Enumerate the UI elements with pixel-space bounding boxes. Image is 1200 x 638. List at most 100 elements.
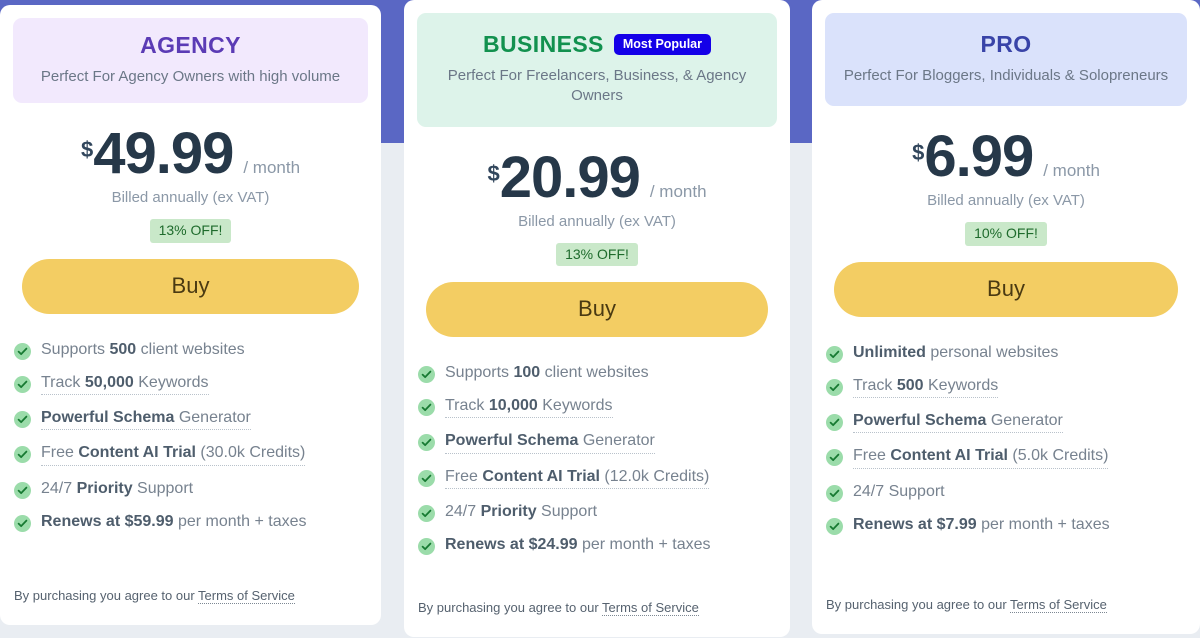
plan-subtitle: Perfect For Agency Owners with high volu… bbox=[40, 68, 341, 85]
discount-badge: 13% OFF! bbox=[149, 219, 232, 244]
pricing-card-pro[interactable]: PRO Perfect For Bloggers, Individuals & … bbox=[812, 0, 1200, 634]
feature-item: 24/7 Priority Support bbox=[418, 502, 774, 522]
plan-title-row: BUSINESS Most Popular bbox=[433, 31, 761, 58]
pricing-card-business[interactable]: BUSINESS Most Popular Perfect For Freela… bbox=[404, 0, 790, 637]
plan-title: BUSINESS bbox=[483, 31, 604, 57]
feature-label: Free Content AI Trial (12.0k Credits) bbox=[445, 467, 710, 489]
plan-title: AGENCY bbox=[140, 32, 241, 58]
feature-label: Free Content AI Trial (5.0k Credits) bbox=[853, 446, 1109, 469]
currency-symbol: $ bbox=[80, 137, 94, 163]
plan-header-pro: PRO Perfect For Bloggers, Individuals & … bbox=[825, 13, 1187, 107]
feature-item: Free Content AI Trial (5.0k Credits) bbox=[826, 446, 1184, 469]
check-circle-icon bbox=[826, 484, 843, 502]
feature-list: Unlimited personal websites Track 500 Key… bbox=[812, 343, 1200, 548]
check-circle-icon bbox=[826, 414, 843, 432]
terms-prefix: By purchasing you agree to our bbox=[418, 600, 603, 615]
buy-button[interactable]: Buy bbox=[22, 259, 359, 315]
feature-label: Track 500 Keywords bbox=[853, 376, 999, 399]
terms-note: By purchasing you agree to our Terms of … bbox=[404, 594, 790, 627]
check-circle-icon bbox=[418, 537, 435, 555]
feature-item: Renews at $59.99 per month + taxes bbox=[14, 512, 365, 532]
price-block: $ 6.99 / month Billed annually (ex VAT) bbox=[812, 124, 1200, 210]
feature-label: Supports 500 client websites bbox=[41, 341, 245, 359]
feature-list: Supports 500 client websites Track 50,000… bbox=[0, 340, 381, 545]
feature-item: Powerful Schema Generator bbox=[826, 411, 1184, 434]
pricing-card-agency[interactable]: AGENCY Perfect For Agency Owners with hi… bbox=[0, 5, 381, 625]
price-period: / month bbox=[649, 181, 707, 201]
price-line: $ 20.99 / month bbox=[404, 148, 790, 207]
feature-list: Supports 100 client websites Track 10,000… bbox=[404, 363, 790, 568]
check-circle-icon bbox=[14, 376, 31, 394]
feature-item: Renews at $24.99 per month + taxes bbox=[418, 535, 774, 555]
buy-button[interactable]: Buy bbox=[834, 262, 1178, 318]
price-amount: 49.99 bbox=[93, 121, 234, 187]
discount-badge-wrap: 13% OFF! bbox=[0, 219, 381, 244]
feature-label: 24/7 Priority Support bbox=[41, 479, 194, 497]
pricing-cards-container: AGENCY Perfect For Agency Owners with hi… bbox=[0, 0, 1200, 638]
check-circle-icon bbox=[418, 366, 435, 384]
feature-item: Powerful Schema Generator bbox=[14, 408, 365, 431]
check-circle-icon bbox=[14, 481, 31, 499]
check-circle-icon bbox=[418, 469, 435, 487]
check-circle-icon bbox=[418, 504, 435, 522]
plan-header-agency: AGENCY Perfect For Agency Owners with hi… bbox=[13, 18, 368, 104]
feature-label: Renews at $7.99 per month + taxes bbox=[853, 515, 1110, 533]
feature-item: Unlimited personal websites bbox=[826, 343, 1184, 364]
price-block: $ 20.99 / month Billed annually (ex VAT) bbox=[404, 148, 790, 230]
plan-subtitle: Perfect For Freelancers, Business, & Age… bbox=[447, 67, 747, 105]
check-circle-icon bbox=[826, 379, 843, 397]
plan-header-business: BUSINESS Most Popular Perfect For Freela… bbox=[417, 13, 777, 127]
feature-item: Track 500 Keywords bbox=[826, 376, 1184, 399]
price-block: $ 49.99 / month Billed annually (ex VAT) bbox=[0, 125, 381, 207]
terms-prefix: By purchasing you agree to our bbox=[826, 597, 1011, 612]
buy-button-wrap: Buy bbox=[404, 282, 790, 338]
feature-item: Supports 500 client websites bbox=[14, 340, 365, 361]
feature-label: Free Content AI Trial (30.0k Credits) bbox=[41, 443, 306, 466]
pricing-page: AGENCY Perfect For Agency Owners with hi… bbox=[0, 0, 1200, 638]
terms-of-service-link[interactable]: Terms of Service bbox=[198, 588, 295, 604]
terms-of-service-link[interactable]: Terms of Service bbox=[602, 600, 699, 616]
check-circle-icon bbox=[14, 343, 31, 361]
feature-label: Unlimited personal websites bbox=[853, 344, 1059, 362]
feature-item: Track 10,000 Keywords bbox=[418, 396, 774, 419]
price-amount: 6.99 bbox=[924, 124, 1034, 190]
check-circle-icon bbox=[826, 449, 843, 467]
feature-item: 24/7 Support bbox=[826, 482, 1184, 502]
plan-title: PRO bbox=[980, 31, 1032, 57]
plan-title-row: AGENCY bbox=[29, 32, 352, 59]
plan-title-row: PRO bbox=[841, 31, 1171, 58]
feature-item: Supports 100 client websites bbox=[418, 363, 774, 384]
feature-item: Renews at $7.99 per month + taxes bbox=[826, 515, 1184, 535]
discount-badge: 13% OFF! bbox=[556, 242, 638, 267]
feature-label: Powerful Schema Generator bbox=[445, 431, 655, 454]
feature-label: Track 10,000 Keywords bbox=[445, 396, 613, 419]
buy-button-wrap: Buy bbox=[0, 259, 381, 315]
most-popular-badge: Most Popular bbox=[613, 33, 711, 56]
plan-subtitle: Perfect For Bloggers, Individuals & Solo… bbox=[843, 67, 1169, 84]
feature-label: 24/7 Priority Support bbox=[445, 502, 598, 520]
discount-badge: 10% OFF! bbox=[965, 222, 1047, 247]
check-circle-icon bbox=[826, 517, 843, 535]
feature-item: Powerful Schema Generator bbox=[418, 431, 774, 454]
feature-label: 24/7 Support bbox=[853, 482, 945, 500]
check-circle-icon bbox=[418, 399, 435, 417]
feature-label: Track 50,000 Keywords bbox=[41, 373, 209, 396]
feature-item: 24/7 Priority Support bbox=[14, 479, 365, 499]
check-circle-icon bbox=[418, 434, 435, 452]
terms-of-service-link[interactable]: Terms of Service bbox=[1010, 597, 1107, 613]
feature-label: Supports 100 client websites bbox=[445, 364, 649, 382]
check-circle-icon bbox=[14, 411, 31, 429]
price-period: / month bbox=[243, 158, 301, 178]
discount-badge-wrap: 13% OFF! bbox=[404, 242, 790, 267]
check-circle-icon bbox=[14, 446, 31, 464]
billing-note: Billed annually (ex VAT) bbox=[111, 189, 270, 207]
discount-badge-wrap: 10% OFF! bbox=[812, 222, 1200, 247]
billing-note: Billed annually (ex VAT) bbox=[927, 192, 1085, 210]
buy-button-wrap: Buy bbox=[812, 262, 1200, 318]
price-line: $ 49.99 / month bbox=[0, 125, 381, 183]
terms-note: By purchasing you agree to our Terms of … bbox=[0, 582, 381, 615]
terms-prefix: By purchasing you agree to our bbox=[14, 588, 199, 603]
feature-label: Powerful Schema Generator bbox=[853, 411, 1063, 434]
buy-button[interactable]: Buy bbox=[426, 282, 768, 338]
check-circle-icon bbox=[826, 346, 843, 364]
